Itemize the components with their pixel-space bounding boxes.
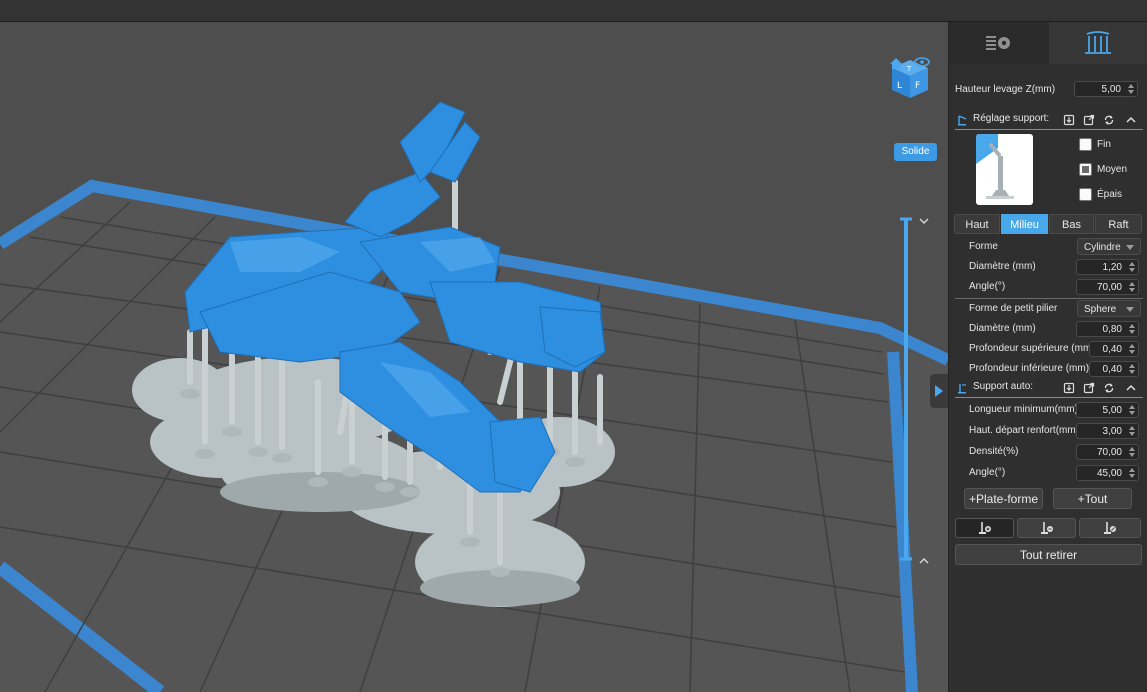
chevron-down-icon (1126, 307, 1134, 312)
view-cube-icon[interactable]: L F T (888, 56, 932, 102)
remove-support-tool-button[interactable] (1017, 518, 1076, 538)
small-diameter-label: Diamètre (mm) (969, 323, 1036, 334)
add-platform-button[interactable]: +Plate-forme (964, 488, 1043, 509)
angle-label: Angle(°) (969, 281, 1006, 292)
lift-height-label: Hauteur levage Z(mm) (955, 84, 1056, 95)
epais-checkbox[interactable] (1079, 188, 1092, 201)
tab-milieu[interactable]: Milieu (1001, 214, 1048, 234)
tab-support[interactable] (1049, 22, 1147, 64)
tab-bas[interactable]: Bas (1049, 214, 1094, 234)
top-depth-input[interactable]: 0,40 (1089, 341, 1139, 357)
brace-start-label: Haut. départ renfort(mm) (969, 425, 1080, 436)
remove-support-icon (1041, 522, 1053, 534)
moyen-label: Moyen (1097, 164, 1128, 175)
auto-angle-input[interactable]: 45,00 (1076, 465, 1139, 481)
tab-raft[interactable]: Raft (1095, 214, 1142, 234)
title-bar (0, 0, 1147, 22)
tab-print-settings[interactable] (949, 22, 1049, 64)
small-pillar-shape-select[interactable]: Sphere (1077, 300, 1141, 317)
auto-angle-label: Angle(°) (969, 467, 1006, 478)
chevron-up-icon[interactable] (1125, 382, 1137, 394)
reset-icon[interactable] (1103, 382, 1115, 394)
3d-viewport[interactable]: L F T Solide (0, 22, 948, 692)
density-label: Densité(%) (969, 446, 1019, 457)
auto-support-header: Support auto: (955, 379, 1143, 398)
small-diameter-input[interactable]: 0,80 (1076, 321, 1139, 337)
reset-icon[interactable] (1103, 114, 1115, 126)
epais-label: Épais (1097, 189, 1123, 200)
divider (955, 298, 1143, 299)
svg-text:T: T (906, 65, 912, 73)
moyen-checkbox[interactable] (1079, 163, 1092, 176)
fin-checkbox[interactable] (1079, 138, 1092, 151)
remove-all-button[interactable]: Tout retirer (955, 544, 1142, 565)
shape-label: Forme (969, 241, 998, 252)
min-length-input[interactable]: 5,00 (1076, 402, 1139, 418)
bottom-depth-label: Profondeur inférieure (mm) (969, 363, 1090, 374)
bottom-depth-input[interactable]: 0,40 (1089, 361, 1139, 377)
collapse-panel-button[interactable] (930, 374, 948, 408)
diameter-label: Diamètre (mm) (969, 261, 1036, 272)
add-support-icon (979, 522, 991, 534)
support-settings-icon (958, 115, 967, 126)
auto-support-icon (958, 384, 966, 394)
export-icon[interactable] (1083, 382, 1095, 394)
brace-start-input[interactable]: 3,00 (1076, 423, 1139, 439)
support-settings-header: Réglage support: (955, 111, 1143, 130)
edit-support-icon (1104, 522, 1116, 534)
lift-height-input[interactable]: 5,00 (1074, 81, 1138, 97)
svg-text:L: L (897, 81, 902, 91)
add-support-tool-button[interactable] (955, 518, 1014, 538)
build-plate-scene (0, 101, 948, 692)
panel-tabs (949, 22, 1147, 64)
support-part-tabs: Haut Milieu Bas Raft (954, 214, 1142, 234)
settings-list-icon (986, 36, 1010, 50)
chevron-down-icon (1126, 245, 1134, 250)
density-input[interactable]: 70,00 (1076, 444, 1139, 460)
export-icon[interactable] (1083, 114, 1095, 126)
diameter-input[interactable]: 1,20 (1076, 259, 1139, 275)
import-icon[interactable] (1063, 382, 1075, 394)
top-depth-label: Profondeur supérieure (mm) (969, 343, 1095, 354)
display-mode-button[interactable]: Solide (894, 143, 937, 161)
import-icon[interactable] (1063, 114, 1075, 126)
tab-haut[interactable]: Haut (954, 214, 1000, 234)
chevron-up-icon[interactable] (1125, 114, 1137, 126)
support-preview-image (976, 134, 1033, 205)
shape-select[interactable]: Cylindre (1077, 238, 1141, 255)
support-panel: Hauteur levage Z(mm) 5,00 Réglage suppor… (948, 22, 1147, 692)
support-tab-icon (1085, 31, 1111, 54)
svg-text:F: F (915, 81, 920, 91)
min-length-label: Longueur minimum(mm) (969, 404, 1078, 415)
angle-input[interactable]: 70,00 (1076, 279, 1139, 295)
chevron-right-icon (935, 385, 943, 397)
add-all-button[interactable]: +Tout (1053, 488, 1132, 509)
edit-support-tool-button[interactable] (1079, 518, 1141, 538)
fin-label: Fin (1097, 139, 1111, 150)
small-pillar-shape-label: Forme de petit pilier (969, 303, 1058, 314)
